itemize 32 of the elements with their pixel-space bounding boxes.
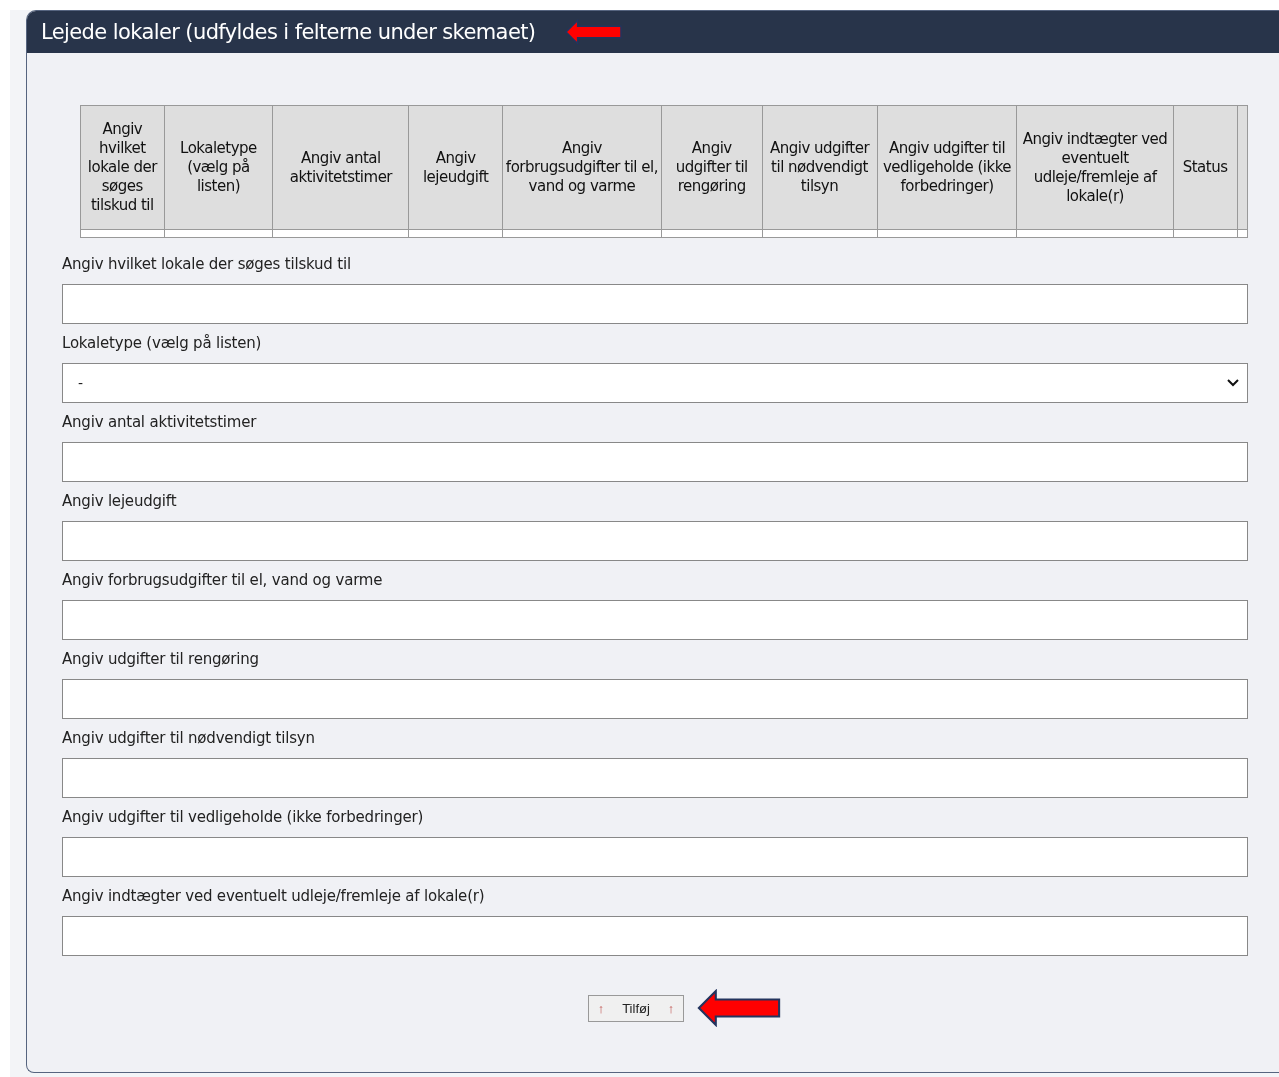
chevron-down-icon — [1227, 379, 1239, 387]
select-field[interactable]: - — [62, 363, 1248, 403]
input-field[interactable] — [62, 758, 1248, 798]
field-label: Lokaletype (vælg på listen) — [62, 334, 263, 353]
column-header: Angiv udgifter til nødvendigt tilsyn — [762, 105, 878, 230]
field-label: Angiv antal aktivitetstimer — [62, 413, 258, 432]
field-label: Angiv udgifter til nødvendigt tilsyn — [62, 729, 316, 748]
input-field[interactable] — [62, 284, 1248, 324]
column-header: Angiv antal aktivitetstimer — [272, 105, 409, 230]
input-field[interactable] — [62, 442, 1248, 482]
column-header: Angiv indtægter ved eventuelt udleje/fremleje af lokale(r) — [1016, 105, 1174, 230]
column-header: Angiv lejeudgift — [409, 105, 503, 230]
column-header: Angiv udgifter til rengøring — [661, 105, 763, 230]
column-header: Angiv hvilket lokale der søges tilskud til — [80, 105, 165, 230]
panel-title: Lejede lokaler (udfyldes i felterne under skemaet) — [41, 20, 536, 44]
field-label: Angiv forbrugsudgifter til el, vand og varme — [62, 571, 384, 590]
column-header: Angiv forbrugsudgifter til el, vand og varme — [502, 105, 662, 230]
column-header: Angiv udgifter til vedligeholde (ikke forbedringer) — [877, 105, 1017, 230]
column-header: Lokaletype (vælg på listen) — [164, 105, 273, 230]
field-label: Angiv hvilket lokale der søges tilskud til — [62, 255, 352, 274]
field-label: Angiv udgifter til vedligeholde (ikke forbedringer) — [62, 808, 425, 827]
input-field[interactable] — [62, 679, 1248, 719]
arrow-icon — [696, 989, 783, 1027]
add-button[interactable]: ↑ Tilføj ↑ — [587, 994, 685, 1022]
column-header: Status — [1173, 105, 1237, 230]
input-field[interactable] — [62, 521, 1248, 561]
field-label: Angiv lejeudgift — [62, 492, 178, 511]
input-field[interactable] — [62, 600, 1248, 640]
input-field[interactable] — [62, 837, 1248, 877]
field-label: Angiv indtægter ved eventuelt udleje/fremleje af lokale(r) — [62, 887, 486, 906]
field-label: Angiv udgifter til rengøring — [62, 650, 260, 669]
input-field[interactable] — [62, 916, 1248, 956]
